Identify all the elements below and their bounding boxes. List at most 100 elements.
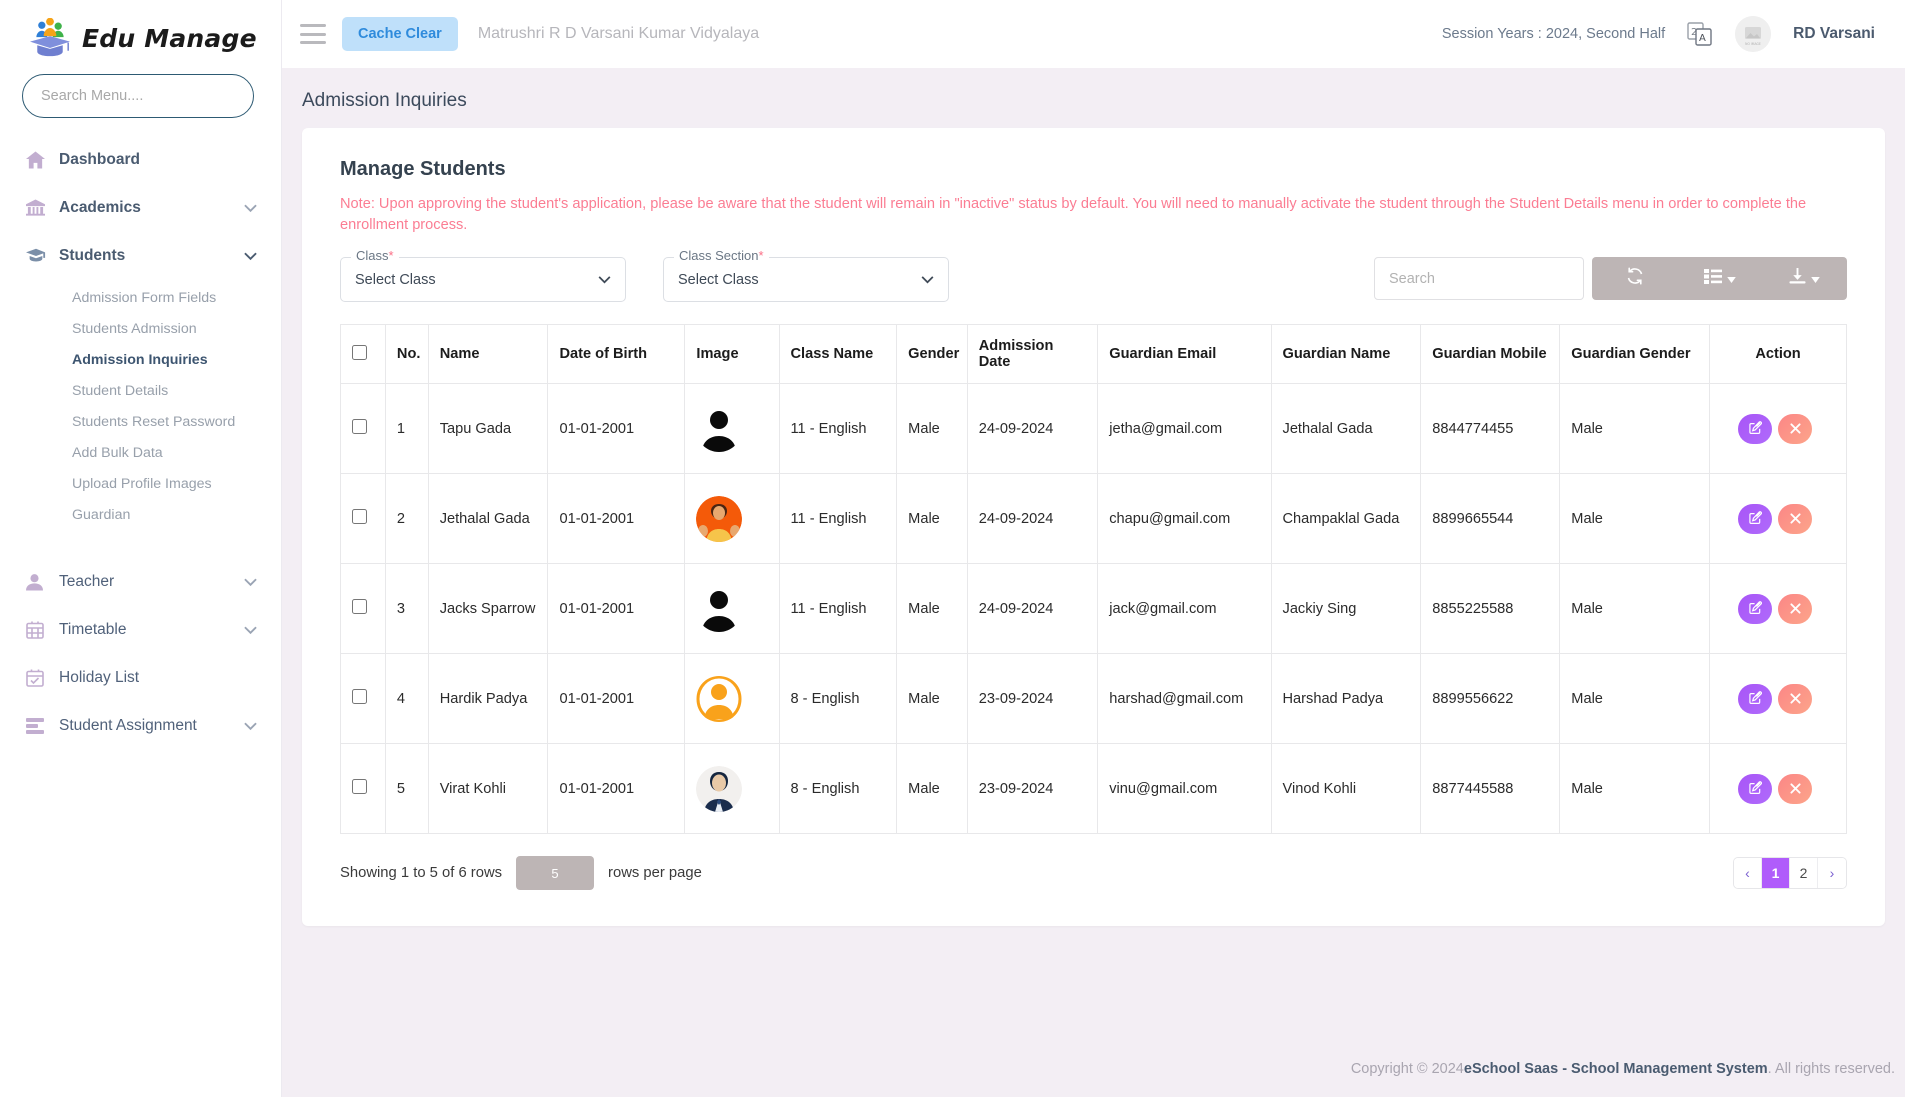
export-button[interactable]	[1762, 257, 1847, 300]
user-icon	[26, 573, 52, 591]
row-select-cell	[341, 384, 386, 474]
cell-image	[685, 564, 779, 654]
sidebar-item-student-assignment[interactable]: Student Assignment	[0, 702, 281, 750]
edit-pencil-icon	[1749, 511, 1762, 527]
edit-button[interactable]	[1738, 774, 1772, 804]
required-marker: *	[389, 248, 394, 263]
sidebar-item-teacher[interactable]: Teacher	[0, 558, 281, 606]
graduation-cap-icon	[26, 248, 52, 264]
students-subnav: Admission Form Fields Students Admission…	[0, 280, 281, 536]
edit-button[interactable]	[1738, 504, 1772, 534]
toolbar-button-group	[1592, 257, 1847, 300]
chevron-down-icon	[243, 575, 257, 589]
graduation-cap-people-logo	[28, 18, 72, 58]
sidebar-item-academics[interactable]: Academics	[0, 184, 281, 232]
chevron-down-icon	[1727, 270, 1736, 288]
subnav-label: Guardian	[72, 507, 130, 523]
close-x-icon	[1790, 601, 1801, 617]
delete-button[interactable]	[1778, 684, 1812, 714]
sidebar-item-admission-inquiries[interactable]: Admission Inquiries	[0, 344, 281, 375]
chevron-down-icon	[243, 719, 257, 733]
edit-button[interactable]	[1738, 684, 1772, 714]
cache-clear-button[interactable]: Cache Clear	[342, 17, 458, 51]
brand[interactable]: Edu Manage	[0, 0, 281, 68]
refresh-button[interactable]	[1592, 257, 1677, 300]
row-checkbox[interactable]	[352, 419, 367, 434]
student-avatar-icon	[696, 676, 742, 722]
col-name: Name	[428, 325, 548, 384]
class-section-filter[interactable]: Class Section* Select Class	[663, 257, 949, 302]
sidebar-item-admission-form-fields[interactable]: Admission Form Fields	[0, 282, 281, 313]
select-all-checkbox[interactable]	[352, 345, 367, 360]
class-filter[interactable]: Class* Select Class	[340, 257, 626, 302]
table-row: 5Virat Kohli01-01-20018 - EnglishMale23-…	[341, 744, 1847, 834]
delete-button[interactable]	[1778, 594, 1812, 624]
subnav-label: Add Bulk Data	[72, 445, 163, 461]
sidebar-item-label: Teacher	[52, 573, 243, 591]
avatar[interactable]: NO IMAGE	[1735, 16, 1771, 52]
sidebar-item-add-bulk-data[interactable]: Add Bulk Data	[0, 437, 281, 468]
cell-guardian-email: jack@gmail.com	[1098, 564, 1271, 654]
col-no: No.	[385, 325, 428, 384]
row-checkbox[interactable]	[352, 599, 367, 614]
class-section-filter-label: Class Section*	[674, 248, 769, 263]
list-bars-icon	[26, 718, 52, 734]
sidebar-item-guardian[interactable]: Guardian	[0, 499, 281, 530]
edit-pencil-icon	[1749, 421, 1762, 437]
sidebar-item-students-admission[interactable]: Students Admission	[0, 313, 281, 344]
cell-image	[685, 384, 779, 474]
cell-guardian-mobile: 8877445588	[1421, 744, 1560, 834]
sidebar-item-label: Dashboard	[52, 151, 257, 169]
main-area: Cache Clear Matrushri R D Varsani Kumar …	[282, 0, 1905, 1097]
cell-guardian-name: Vinod Kohli	[1271, 744, 1421, 834]
cell-image	[685, 654, 779, 744]
sidebar-nav: Dashboard Academics Students	[0, 136, 281, 750]
class-section-select-value: Select Class	[678, 272, 921, 288]
cell-action	[1710, 654, 1847, 744]
calendar-grid-icon	[26, 621, 52, 639]
cell-guardian-email: harshad@gmail.com	[1098, 654, 1271, 744]
col-gender: Gender	[897, 325, 968, 384]
cell-guardian-mobile: 8855225588	[1421, 564, 1560, 654]
cell-date-of-birth: 01-01-2001	[548, 654, 685, 744]
translate-icon[interactable]: 2 A	[1687, 21, 1713, 47]
edit-button[interactable]	[1738, 414, 1772, 444]
rows-per-page-label: rows per page	[608, 865, 702, 881]
row-checkbox[interactable]	[352, 509, 367, 524]
chevron-down-icon	[598, 272, 611, 287]
hamburger-icon[interactable]	[300, 24, 326, 44]
pagination-page-2[interactable]: 2	[1790, 858, 1818, 888]
cell-name: Tapu Gada	[428, 384, 548, 474]
delete-button[interactable]	[1778, 414, 1812, 444]
sidebar-item-students-reset-password[interactable]: Students Reset Password	[0, 406, 281, 437]
search-input[interactable]	[1374, 257, 1584, 300]
sidebar-item-student-details[interactable]: Student Details	[0, 375, 281, 406]
columns-button[interactable]	[1677, 257, 1762, 300]
cell-guardian-name: Jethalal Gada	[1271, 384, 1421, 474]
session-years-label: Session Years : 2024, Second Half	[1442, 26, 1665, 42]
sidebar-item-students[interactable]: Students	[0, 232, 281, 280]
sidebar-item-holiday-list[interactable]: Holiday List	[0, 654, 281, 702]
edit-button[interactable]	[1738, 594, 1772, 624]
menu-search-input[interactable]	[22, 74, 254, 118]
topbar: Cache Clear Matrushri R D Varsani Kumar …	[282, 0, 1905, 68]
row-checkbox[interactable]	[352, 689, 367, 704]
delete-button[interactable]	[1778, 504, 1812, 534]
chevron-down-icon	[921, 272, 934, 287]
pagination-page-1[interactable]: 1	[1762, 858, 1790, 888]
table-toolbar	[1374, 257, 1847, 300]
delete-button[interactable]	[1778, 774, 1812, 804]
sidebar-item-upload-profile-images[interactable]: Upload Profile Images	[0, 468, 281, 499]
cell-name: Jethalal Gada	[428, 474, 548, 564]
sidebar-item-timetable[interactable]: Timetable	[0, 606, 281, 654]
subnav-label: Admission Inquiries	[72, 352, 208, 368]
col-date-of-birth: Date of Birth	[548, 325, 685, 384]
class-section-select[interactable]: Select Class	[663, 257, 949, 302]
pagination-next[interactable]: ›	[1818, 858, 1846, 888]
sidebar-item-dashboard[interactable]: Dashboard	[0, 136, 281, 184]
row-select-cell	[341, 474, 386, 564]
pagination-prev[interactable]: ‹	[1734, 858, 1762, 888]
class-select[interactable]: Select Class	[340, 257, 626, 302]
rows-per-page-select[interactable]: 5	[516, 856, 594, 890]
row-checkbox[interactable]	[352, 779, 367, 794]
